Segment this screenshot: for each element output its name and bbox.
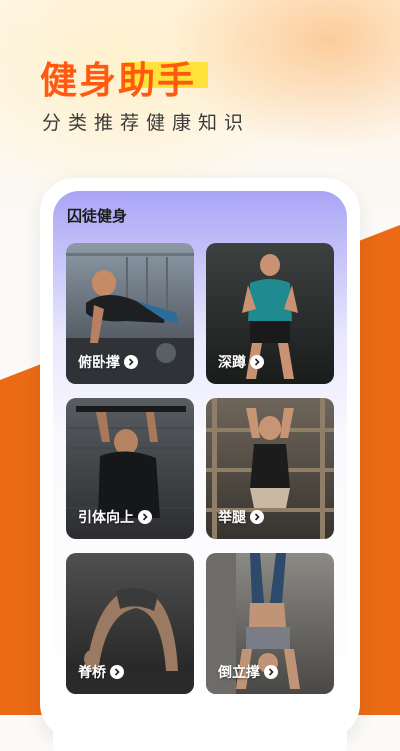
chevron-right-icon [110,665,124,679]
exercise-card-handstand[interactable]: 倒立撑 [206,553,334,694]
phone-screen: 囚徒健身 俯卧撑 深蹲 引体向上 举腿 脊桥 倒立撑 [53,191,347,751]
exercise-card-leg-raise[interactable]: 举腿 [206,398,334,539]
card-label-pushup: 俯卧撑 [78,352,138,372]
exercise-card-squat[interactable]: 深蹲 [206,243,334,384]
chevron-right-icon [124,355,138,369]
chevron-right-icon [250,510,264,524]
card-label-handstand: 倒立撑 [218,662,278,682]
exercise-card-pushup[interactable]: 俯卧撑 [66,243,194,384]
card-label-pullup: 引体向上 [78,507,152,527]
exercise-card-pullup[interactable]: 引体向上 [66,398,194,539]
card-label-bridge: 脊桥 [78,662,124,682]
section-title: 囚徒健身 [67,207,128,225]
chevron-right-icon [250,355,264,369]
hero-subtitle: 分类推荐健康知识 [42,112,251,134]
chevron-right-icon [138,510,152,524]
exercise-card-bridge[interactable]: 脊桥 [66,553,194,694]
card-label-squat: 深蹲 [218,352,264,372]
hero-title: 健身助手 [40,59,196,102]
card-label-leg-raise: 举腿 [218,507,264,527]
phone-mockup: 囚徒健身 俯卧撑 深蹲 引体向上 举腿 脊桥 倒立撑 [40,178,360,751]
chevron-right-icon [264,665,278,679]
